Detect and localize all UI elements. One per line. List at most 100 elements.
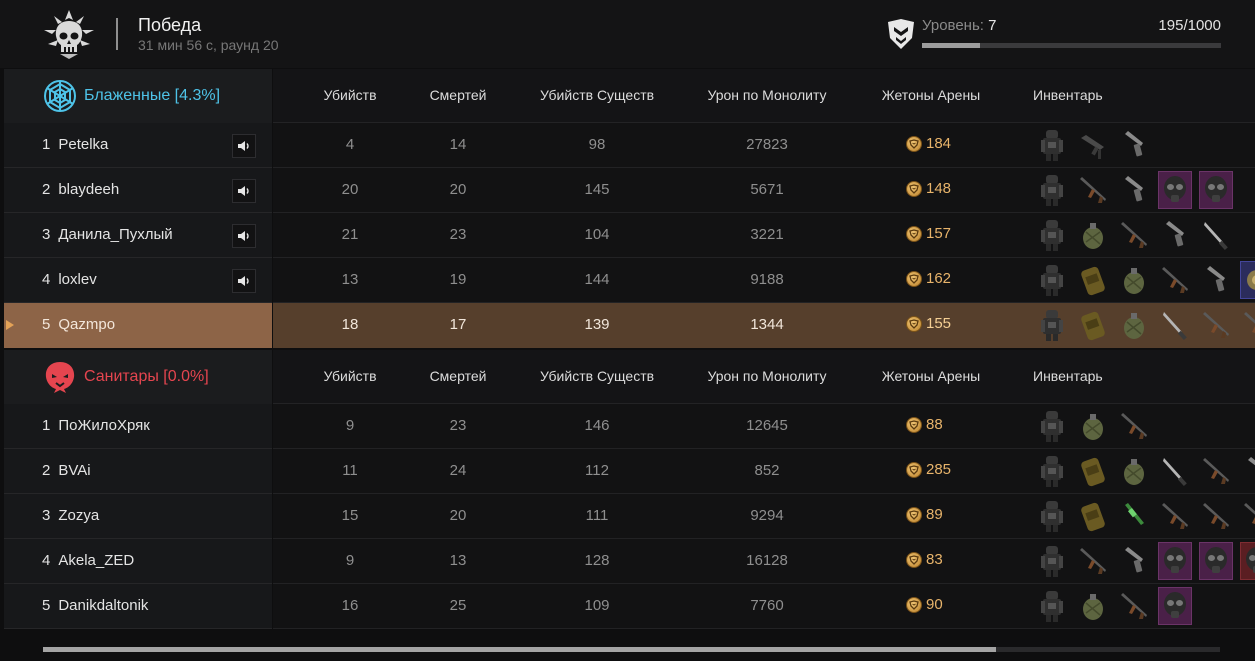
- rifle-icon[interactable]: [1158, 261, 1192, 299]
- armor-icon[interactable]: [1035, 587, 1069, 625]
- player-row[interactable]: 3 Данила_Пухлый 21 23 104 3221 157: [0, 213, 1255, 258]
- serpent-emblem-icon: [42, 359, 78, 395]
- column-monolith-damage: Урон по Монолиту: [707, 87, 827, 103]
- column-creature-kills: Убийств Существ: [539, 368, 655, 384]
- stat-monolith-damage: 5671: [750, 181, 784, 198]
- pistol-icon[interactable]: [1240, 452, 1255, 490]
- armor-icon[interactable]: [1035, 126, 1069, 164]
- voice-mute-button[interactable]: [232, 269, 256, 293]
- grenade-icon[interactable]: [1117, 306, 1151, 344]
- stat-kills: 21: [341, 226, 359, 243]
- rifle-icon[interactable]: [1199, 452, 1233, 490]
- player-name: 4 Akela_ZED: [42, 552, 134, 569]
- player-row[interactable]: 3 Zozya 15 20 111 9294 89: [0, 494, 1255, 539]
- artifact-icon[interactable]: [1240, 261, 1255, 299]
- armor-icon[interactable]: [1035, 497, 1069, 535]
- match-header: Победа 31 мин 56 с, раунд 20 Уровень: 7 …: [0, 0, 1255, 68]
- pistol-icon[interactable]: [1117, 171, 1151, 209]
- pistol-icon[interactable]: [1199, 261, 1233, 299]
- rifle-icon[interactable]: [1076, 542, 1110, 580]
- backpack-icon[interactable]: [1076, 261, 1110, 299]
- column-kills: Убийств: [323, 368, 377, 384]
- player-row[interactable]: 2 BVAi 11 24 112 852 285: [0, 449, 1255, 494]
- armor-icon[interactable]: [1035, 171, 1069, 209]
- stat-kills: 16: [341, 597, 359, 614]
- rifle-icon[interactable]: [1199, 497, 1233, 535]
- pistol-icon[interactable]: [1158, 216, 1192, 254]
- column-arena-tokens: Жетоны Арены: [881, 368, 981, 384]
- stat-creature-kills: 139: [584, 316, 610, 333]
- rifle-icon[interactable]: [1158, 497, 1192, 535]
- player-row[interactable]: 1 Petelka 4 14 98 27823 184: [0, 123, 1255, 168]
- arena-token-count: 184: [926, 135, 952, 152]
- player-row[interactable]: 1 ПоЖилоХряк 9 23 146 12645 88: [0, 404, 1255, 449]
- mask-icon[interactable]: [1199, 542, 1233, 580]
- column-creature-kills: Убийств Существ: [539, 87, 655, 103]
- rifle-icon[interactable]: [1117, 216, 1151, 254]
- player-row[interactable]: 4 Akela_ZED 9 13 128 16128 83: [0, 539, 1255, 584]
- rifle-icon[interactable]: [1199, 306, 1233, 344]
- knife-icon[interactable]: [1158, 306, 1192, 344]
- grenade-icon[interactable]: [1076, 407, 1110, 445]
- player-name: 4 loxlev: [42, 271, 97, 288]
- smg-icon[interactable]: [1076, 126, 1110, 164]
- column-deaths: Смертей: [429, 368, 487, 384]
- armor-icon[interactable]: [1035, 261, 1069, 299]
- player-row[interactable]: 5 Danikdaltonik 16 25 109 7760 90: [0, 584, 1255, 629]
- armor-icon[interactable]: [1035, 542, 1069, 580]
- inventory-list: [1035, 261, 1255, 299]
- horizontal-scrollbar[interactable]: [43, 647, 1220, 652]
- player-row[interactable]: 5 Qazmpo 18 17 139 1344 155: [0, 303, 1255, 348]
- player-rank: 5: [42, 597, 51, 614]
- backpack-icon[interactable]: [1076, 497, 1110, 535]
- backpack-icon[interactable]: [1076, 452, 1110, 490]
- stat-kills: 20: [341, 181, 359, 198]
- armor-icon[interactable]: [1035, 306, 1069, 344]
- armor-icon[interactable]: [1035, 216, 1069, 254]
- armor-icon[interactable]: [1035, 452, 1069, 490]
- pistol-icon[interactable]: [1117, 542, 1151, 580]
- grenade-icon[interactable]: [1076, 587, 1110, 625]
- arena-tokens: 90: [906, 596, 943, 613]
- backpack-icon[interactable]: [1076, 306, 1110, 344]
- rifle-icon[interactable]: [1240, 306, 1255, 344]
- stat-monolith-damage: 9188: [750, 271, 784, 288]
- player-name-cell: 5 Danikdaltonik: [4, 584, 272, 629]
- voice-mute-button[interactable]: [232, 134, 256, 158]
- voice-mute-button[interactable]: [232, 179, 256, 203]
- xp-progress-bar: [922, 43, 1221, 48]
- mask-icon[interactable]: [1158, 171, 1192, 209]
- mask-icon[interactable]: [1199, 171, 1233, 209]
- stat-creature-kills: 145: [584, 181, 610, 198]
- mask-icon[interactable]: [1158, 587, 1192, 625]
- player-name: 1 Petelka: [42, 136, 108, 153]
- rifle-icon[interactable]: [1076, 171, 1110, 209]
- arena-token-count: 89: [926, 506, 943, 523]
- web-emblem-icon: [42, 78, 78, 114]
- rifle-icon[interactable]: [1117, 587, 1151, 625]
- player-row[interactable]: 2 blaydeeh 20 20 145 5671 148: [0, 168, 1255, 213]
- xp-counter: 195/1000: [1158, 17, 1221, 34]
- mask-icon[interactable]: [1240, 542, 1255, 580]
- armor-icon[interactable]: [1035, 407, 1069, 445]
- grenade-icon[interactable]: [1117, 452, 1151, 490]
- stat-kills: 13: [341, 271, 359, 288]
- arena-token-count: 162: [926, 270, 952, 287]
- voice-mute-button[interactable]: [232, 224, 256, 248]
- stat-creature-kills: 104: [584, 226, 610, 243]
- scrollbar-thumb[interactable]: [43, 647, 997, 652]
- pistol-icon[interactable]: [1117, 126, 1151, 164]
- player-stats: 4 14 98 27823 184: [273, 123, 1255, 168]
- knife-icon[interactable]: [1158, 452, 1192, 490]
- grenade-icon[interactable]: [1117, 261, 1151, 299]
- player-nickname: Akela_ZED: [58, 552, 135, 569]
- knife-icon[interactable]: [1199, 216, 1233, 254]
- arena-token-icon: [906, 315, 922, 332]
- syringe-icon[interactable]: [1117, 497, 1151, 535]
- rifle-icon[interactable]: [1117, 407, 1151, 445]
- stat-monolith-damage: 3221: [750, 226, 784, 243]
- mask-icon[interactable]: [1158, 542, 1192, 580]
- rifle-icon[interactable]: [1240, 497, 1255, 535]
- grenade-icon[interactable]: [1076, 216, 1110, 254]
- player-row[interactable]: 4 loxlev 13 19 144 9188 162: [0, 258, 1255, 303]
